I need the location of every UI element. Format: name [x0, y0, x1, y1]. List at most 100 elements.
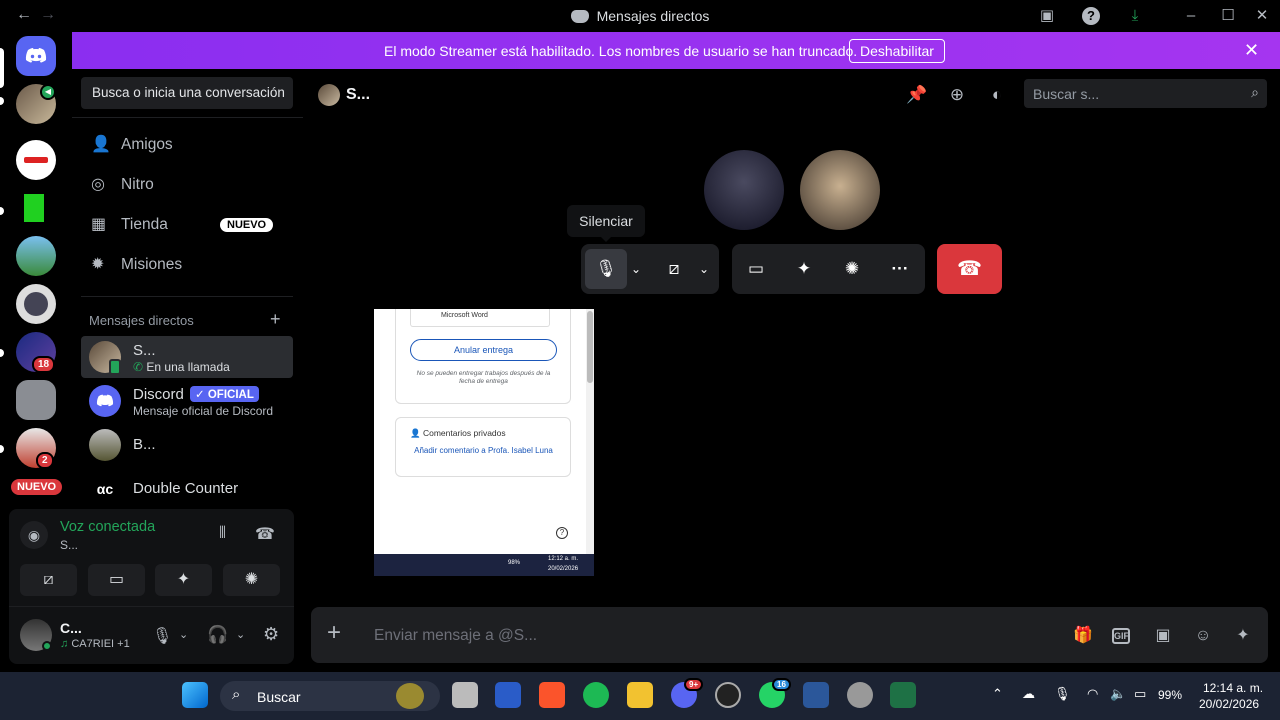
nav-nitro[interactable]: ◎ Nitro [81, 165, 293, 205]
header-search-input[interactable]: Buscar s... ⌕ [1024, 79, 1267, 108]
clock-date[interactable]: 20/02/2026 [1199, 697, 1259, 711]
chevron-down-icon[interactable]: ⌄ [688, 253, 720, 285]
username: C... [60, 620, 82, 636]
connection-icon[interactable]: ◉ [20, 521, 48, 549]
sticker-icon[interactable]: ▣ [1152, 625, 1174, 647]
hang-up-icon: ☎ [957, 258, 982, 280]
word-icon[interactable] [803, 682, 829, 708]
brave-icon[interactable] [539, 682, 565, 708]
more-options-icon[interactable]: ··· [884, 253, 916, 285]
music-icon: ♫ [60, 638, 69, 650]
minimize-icon[interactable]: – [1181, 6, 1201, 26]
server-robot[interactable] [16, 284, 56, 324]
mute-tooltip: Silenciar [567, 205, 645, 237]
apps-icon[interactable]: ✦ [1232, 625, 1254, 647]
maximize-icon[interactable]: ☐ [1218, 6, 1238, 26]
microphone-icon[interactable]: 🎙 [152, 626, 172, 646]
screen-share-button[interactable]: ▭ [88, 564, 145, 596]
chevron-up-icon[interactable]: ⌃ [992, 686, 1003, 702]
nav-quests-label: Misiones [121, 256, 183, 273]
clock-time[interactable]: 12:14 a. m. [1203, 681, 1263, 695]
microphone-icon[interactable]: 🎙 [1054, 686, 1071, 702]
windows-start-icon[interactable] [182, 682, 208, 708]
nav-friends[interactable]: 👤 Amigos [81, 125, 293, 165]
excel-icon[interactable] [890, 682, 916, 708]
help-icon[interactable]: ? [1082, 7, 1100, 25]
stream-taskbar-time: 12:12 a. m. [548, 556, 579, 562]
server-duck[interactable] [16, 236, 56, 276]
chevron-down-icon[interactable]: ⌄ [179, 628, 188, 641]
vscode-icon[interactable] [495, 682, 521, 708]
battery-percent: 99% [1158, 688, 1183, 702]
activities-button[interactable]: ✦ [155, 564, 212, 596]
title-bar: ← → Mensajes directos ▣ ? ⤓ – ☐ ✕ [0, 0, 1280, 32]
pin-icon[interactable]: 📌 [906, 84, 928, 106]
voice-channel[interactable]: S... [60, 538, 78, 552]
dm-item-b[interactable]: B... [81, 424, 293, 466]
server-polired[interactable] [16, 140, 56, 180]
volume-icon[interactable]: 🔈 [1110, 686, 1126, 702]
streamer-mode-banner: El modo Streamer está habilitado. Los no… [72, 32, 1280, 69]
dm-name: B... [133, 436, 156, 453]
message-input[interactable]: Enviar mensaje a @S... [374, 627, 537, 645]
task-view-icon[interactable] [452, 682, 478, 708]
gift-icon[interactable]: 🎁 [1072, 625, 1094, 647]
server-grey[interactable] [16, 380, 56, 420]
nav-quests[interactable]: ✹ Misiones [81, 245, 293, 285]
message-composer[interactable]: + Enviar mensaje a @S... 🎁 GIF ▣ ☺ ✦ [311, 607, 1268, 663]
file-explorer-icon[interactable] [627, 682, 653, 708]
activities-icon[interactable]: ✦ [788, 253, 820, 285]
battery-icon[interactable]: ▭ [1134, 686, 1146, 702]
app-icon[interactable] [847, 682, 873, 708]
close-banner-icon[interactable]: ✕ [1244, 40, 1259, 61]
spotify-icon[interactable] [583, 682, 609, 708]
participant-avatar[interactable] [704, 150, 784, 230]
disable-streamer-button[interactable]: Deshabilitar [849, 39, 945, 63]
server-green[interactable] [16, 188, 56, 228]
add-attachment-plus-icon[interactable]: + [327, 621, 341, 645]
participant-avatar[interactable] [800, 150, 880, 230]
dm-search-input[interactable]: Busca o inicia una conversación [81, 77, 293, 109]
dm-item-s[interactable]: S... ✆ En una llamada [81, 336, 293, 378]
stream-comments-text: Comentarios privados [422, 428, 506, 438]
avatar [89, 429, 121, 461]
dm-item-double-counter[interactable]: αc Double Counter [81, 468, 293, 510]
close-icon[interactable]: ✕ [1252, 6, 1272, 26]
headphones-icon[interactable]: 🎧 [207, 625, 228, 645]
wifi-icon[interactable]: ◠ [1087, 686, 1098, 702]
soundboard-button[interactable]: ✺ [223, 564, 280, 596]
soundboard-icon[interactable]: ⦀ [219, 525, 226, 543]
inbox-icon[interactable]: ▣ [1037, 6, 1057, 26]
stream-taskbar-battery: 98% [508, 560, 521, 566]
onedrive-icon[interactable]: ☁ [1022, 686, 1035, 702]
dm-status: ✆ En una llamada [133, 360, 230, 374]
nav-shop[interactable]: ▦ Tienda NUEVO [81, 205, 293, 245]
screen-share-stream[interactable]: Microsoft Word Anular entrega No se pued… [374, 309, 594, 576]
new-dm-plus-icon[interactable]: + [270, 309, 281, 330]
dm-item-discord[interactable]: Discord ✓ OFICIAL Mensaje oficial de Dis… [81, 380, 293, 422]
add-friend-icon[interactable]: ⊕ [946, 84, 968, 106]
discord-avatar [89, 385, 121, 417]
unread-pill [0, 207, 4, 215]
microphone-icon[interactable]: 🎙 [590, 253, 622, 285]
disconnect-icon[interactable]: ☎ [255, 524, 275, 544]
page-title: S... [346, 86, 371, 103]
settings-gear-icon[interactable]: ⚙ [263, 624, 279, 645]
hang-up-button[interactable]: ☎ [937, 244, 1002, 294]
camera-off-button[interactable]: ⧄ [20, 564, 77, 596]
soundboard-icon[interactable]: ✺ [836, 253, 868, 285]
gif-icon[interactable]: GIF [1112, 628, 1130, 644]
stream-taskbar-date: 20/02/2026 [548, 566, 579, 572]
home-button[interactable] [16, 36, 56, 76]
stream-comments-title: 👤 Comentarios privados [410, 428, 506, 438]
emoji-icon[interactable]: ☺ [1192, 625, 1214, 647]
user-profile-icon[interactable]: ◐ [986, 84, 1008, 106]
chevron-down-icon[interactable]: ⌄ [236, 628, 245, 641]
taskbar-search-input[interactable]: ⌕ Buscar [220, 681, 440, 711]
obs-icon[interactable] [715, 682, 741, 708]
camera-off-icon[interactable]: ⧄ [658, 253, 690, 285]
screen-share-icon[interactable]: ▭ [740, 253, 772, 285]
chevron-down-icon[interactable]: ⌄ [620, 253, 652, 285]
download-icon[interactable]: ⤓ [1125, 6, 1145, 26]
unread-pill [0, 97, 4, 105]
